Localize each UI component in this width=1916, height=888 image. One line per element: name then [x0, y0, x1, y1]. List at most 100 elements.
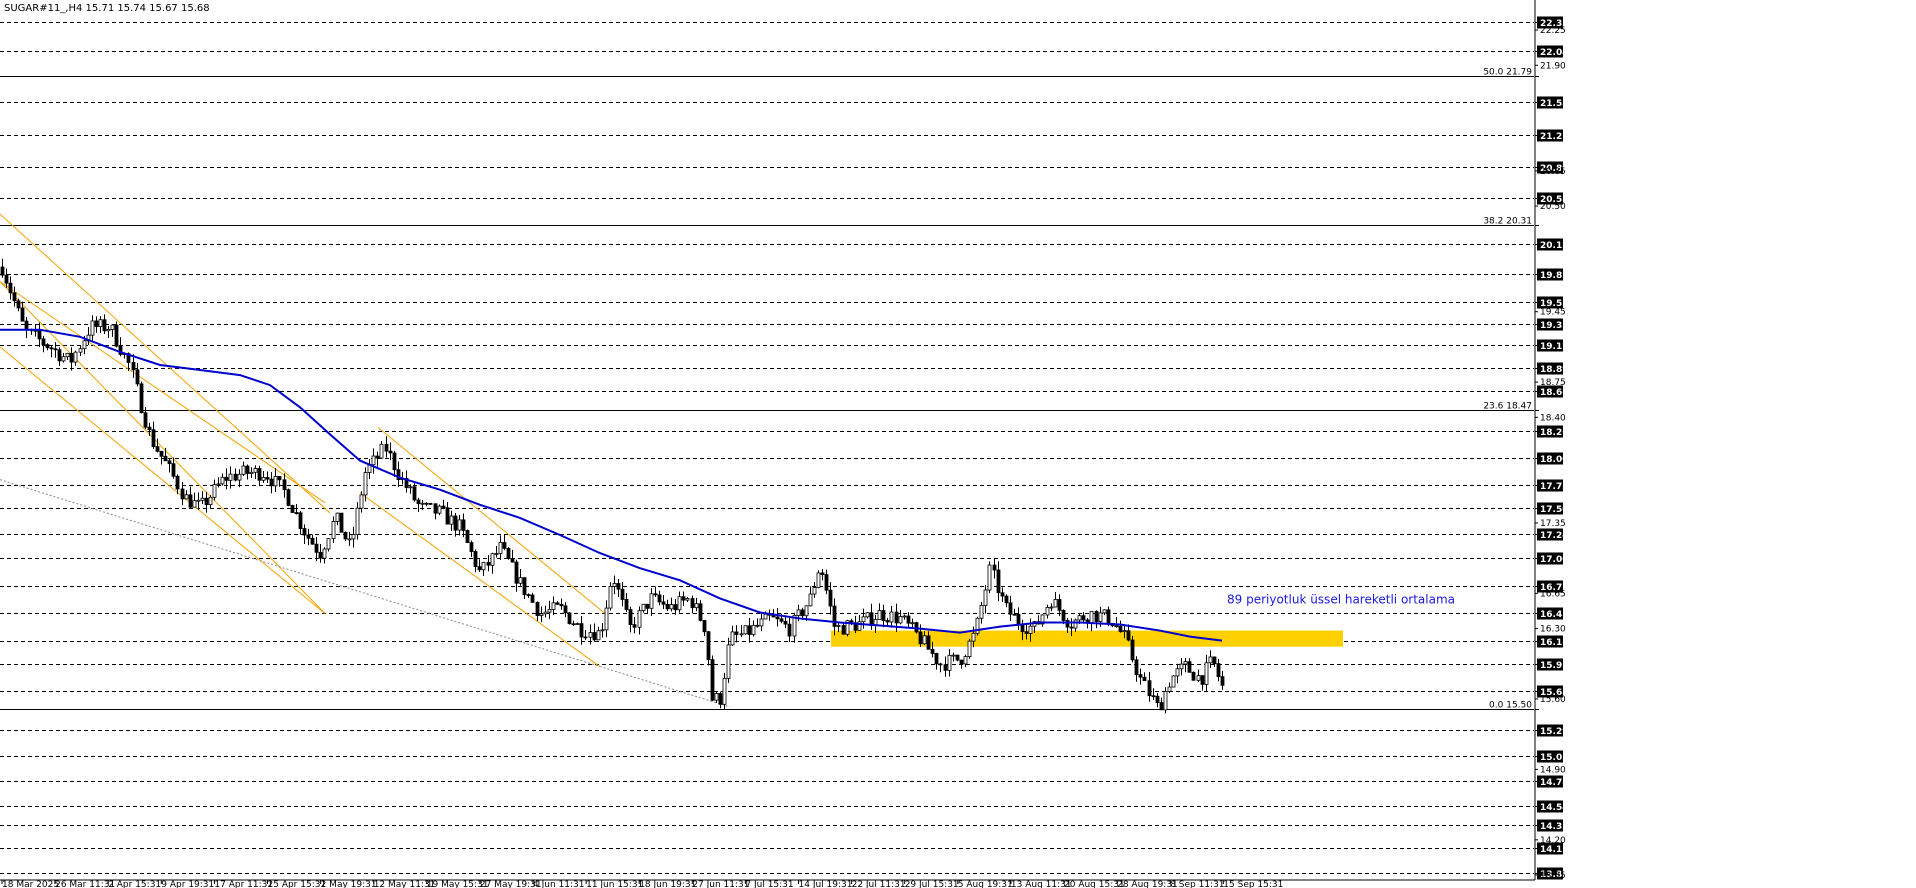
- bear-candle: [8, 282, 13, 294]
- bull-candle: [730, 631, 735, 646]
- bear-candle: [69, 352, 74, 363]
- bull-candle: [1175, 668, 1180, 677]
- bull-candle: [1045, 607, 1050, 616]
- bull-candle: [494, 553, 499, 555]
- bear-candle: [645, 603, 650, 609]
- bear-candle: [571, 623, 576, 626]
- bear-candle: [1151, 695, 1156, 698]
- bear-candle: [535, 601, 540, 616]
- bull-candle: [200, 497, 205, 501]
- bull-candle: [808, 593, 813, 607]
- bear-candle: [175, 475, 180, 490]
- time-tick-label: 29 Jul 15:31: [905, 880, 959, 888]
- bull-candle: [1053, 599, 1058, 608]
- bear-candle: [469, 542, 474, 552]
- bull-candle: [971, 632, 976, 642]
- price-tick-label: 14.20: [1540, 836, 1566, 846]
- bear-candle: [1159, 702, 1164, 711]
- bear-candle: [1008, 602, 1013, 615]
- time-tick-label: 25 Apr 15:31: [268, 880, 327, 888]
- time-tick-label: 5 Aug 19:31: [958, 880, 1013, 888]
- bull-candle: [979, 605, 984, 619]
- bull-candle: [1049, 606, 1054, 609]
- bear-candle: [800, 609, 805, 617]
- support-zone-rect: [831, 630, 1343, 647]
- bear-candle: [1106, 609, 1111, 624]
- bear-candle: [41, 338, 46, 346]
- bull-candle: [588, 632, 593, 638]
- price-level-label: 14.54: [1540, 803, 1568, 813]
- bull-candle: [437, 505, 442, 514]
- bull-candle: [877, 610, 882, 620]
- bull-candle: [1102, 609, 1107, 614]
- bear-candle: [188, 494, 193, 508]
- bear-candle: [310, 537, 315, 545]
- bear-candle: [343, 531, 348, 540]
- bear-candle: [12, 292, 17, 302]
- bear-candle: [441, 505, 446, 509]
- bear-candle: [934, 653, 939, 665]
- bear-candle: [783, 620, 788, 625]
- time-tick-label: 11 Jun 15:31: [586, 880, 643, 888]
- bull-candle: [73, 351, 78, 363]
- bear-candle: [290, 505, 295, 513]
- bull-candle: [241, 465, 246, 475]
- bear-candle: [1024, 631, 1029, 634]
- bear-candle: [298, 512, 303, 529]
- price-tick-label: 14.90: [1540, 765, 1566, 775]
- bear-candle: [926, 635, 931, 650]
- bear-candle: [673, 604, 678, 611]
- bear-candle: [302, 528, 307, 536]
- bear-candle: [224, 476, 229, 481]
- bull-candle: [669, 604, 674, 610]
- bull-candle: [379, 443, 384, 459]
- bull-candle: [61, 356, 66, 362]
- bull-candle: [82, 340, 87, 350]
- bear-candle: [690, 598, 695, 609]
- bull-candle: [1183, 661, 1188, 665]
- bear-candle: [747, 625, 752, 635]
- bull-candle: [192, 500, 197, 508]
- price-level-label: 17.24: [1540, 531, 1568, 541]
- bear-candle: [384, 443, 389, 452]
- bull-candle: [408, 486, 413, 489]
- time-tick-label: 13 Aug 11:31: [1011, 880, 1072, 888]
- bull-candle: [237, 473, 242, 481]
- bull-candle: [184, 494, 189, 500]
- bear-candle: [718, 693, 723, 705]
- price-level-label: 14.78: [1540, 778, 1568, 788]
- time-tick-label: 20 Aug 15:31: [1064, 880, 1125, 888]
- bull-candle: [967, 640, 972, 657]
- bull-candle: [796, 609, 801, 616]
- bear-candle: [171, 463, 176, 477]
- time-tick-label: 2 Apr 15:31: [108, 880, 161, 888]
- bear-candle: [579, 623, 584, 638]
- price-tick-label: 18.40: [1540, 413, 1566, 423]
- chart-window[interactable]: 50.0 21.79 38.2 20.31 23.6 18.47 0.0 15.50 …: [0, 0, 1916, 888]
- price-level-label: 19.82: [1540, 271, 1568, 281]
- bear-candle: [314, 543, 319, 553]
- bull-candle: [481, 561, 486, 571]
- bear-candle: [779, 618, 784, 622]
- bear-candle: [894, 611, 899, 624]
- price-tick-label: 13.85: [1540, 871, 1566, 881]
- bull-candle: [371, 455, 376, 466]
- price-chart[interactable]: 50.0 21.7938.2 20.3123.6 18.470.0 15.50 …: [0, 0, 1916, 888]
- bear-candle: [286, 489, 291, 506]
- bull-candle: [1098, 612, 1103, 622]
- bear-candle: [734, 631, 739, 635]
- price-tick-label: 17.35: [1540, 519, 1566, 529]
- price-tick-label: 16.65: [1540, 589, 1566, 599]
- bear-candle: [943, 664, 948, 671]
- bull-candle: [714, 693, 719, 701]
- bear-candle: [1000, 592, 1005, 597]
- chart-header: SUGAR#11_,H4 15.71 15.74 15.67 15.68: [4, 3, 210, 14]
- bear-candle: [632, 624, 637, 628]
- bear-candle: [204, 497, 209, 506]
- price-level-label: 19.12: [1540, 342, 1568, 352]
- bear-candle: [506, 547, 511, 559]
- bear-candle: [37, 330, 42, 340]
- bull-candle: [1196, 675, 1201, 681]
- price-tick-label: 18.75: [1540, 378, 1566, 388]
- time-tick-label: 8 Sep 11:31: [1170, 880, 1224, 888]
